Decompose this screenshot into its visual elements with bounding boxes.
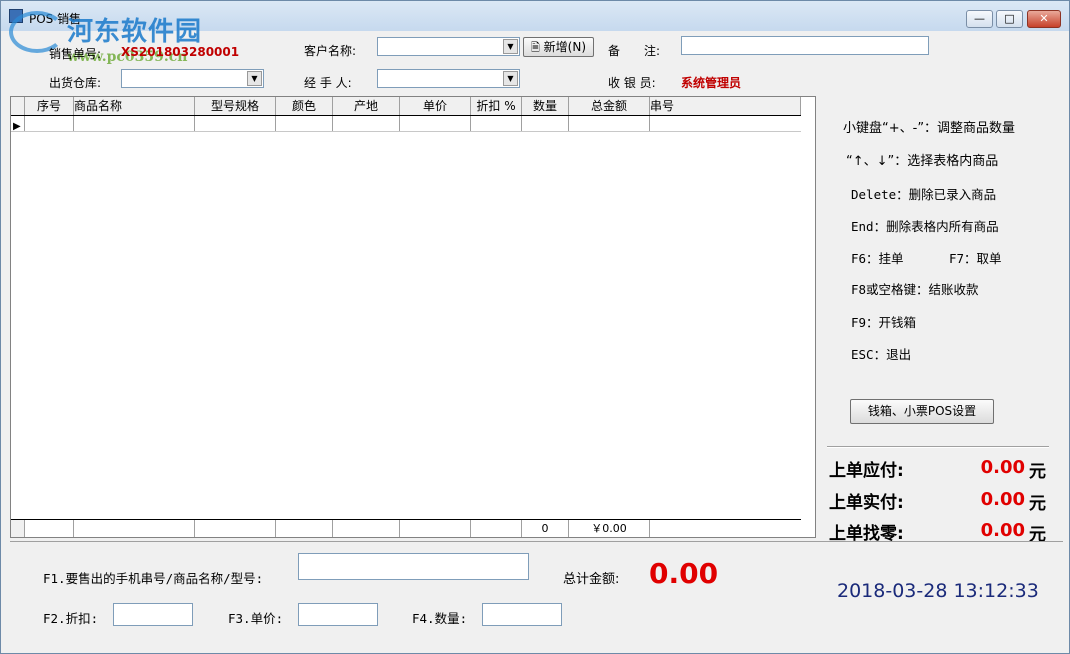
column-header[interactable]: 颜色 bbox=[276, 97, 333, 115]
hint-delete: Delete：删除已录入商品 bbox=[851, 187, 997, 202]
table-cell[interactable] bbox=[276, 116, 333, 131]
pos-window: POS 销售 — □ ✕ 河东软件园 www.pc0359.cn 销售单号: X… bbox=[0, 0, 1070, 654]
column-header[interactable]: 总金额 bbox=[569, 97, 650, 115]
hint-select-item: “↑、↓”：选择表格内商品 bbox=[846, 154, 999, 169]
current-datetime: 2018-03-28 13:12:33 bbox=[837, 580, 1039, 602]
remark-label: 备 注: bbox=[608, 44, 661, 58]
last-payable-unit: 元 bbox=[1029, 462, 1046, 482]
column-header[interactable]: 数量 bbox=[522, 97, 569, 115]
last-payable-label: 上单应付: bbox=[829, 461, 904, 481]
remark-input[interactable] bbox=[681, 36, 929, 55]
table-cell[interactable] bbox=[400, 116, 471, 131]
table-cell[interactable] bbox=[471, 116, 522, 131]
cashier-label: 收 银 员: bbox=[608, 76, 656, 90]
maximize-button[interactable]: □ bbox=[996, 10, 1023, 28]
column-header[interactable]: 商品名称 bbox=[74, 97, 195, 115]
f3-label: F3.单价: bbox=[228, 611, 284, 626]
footer-qty-total: 0 bbox=[522, 520, 569, 537]
table-cell[interactable] bbox=[74, 116, 195, 131]
last-payable-value: 0.00 bbox=[980, 457, 1025, 478]
handler-label: 经 手 人: bbox=[304, 76, 352, 90]
footer-cell bbox=[650, 520, 801, 537]
warehouse-label: 出货仓库: bbox=[49, 76, 102, 90]
sales-grid[interactable]: 序号 商品名称 型号规格 颜色 产地 单价 折扣 % 数量 总金额 串号 ▶ 0… bbox=[10, 96, 816, 538]
table-cell[interactable] bbox=[650, 116, 801, 131]
footer-amount-total: ￥0.00 bbox=[569, 520, 650, 537]
row-indicator: ▶ bbox=[11, 116, 25, 131]
column-header[interactable]: 型号规格 bbox=[195, 97, 276, 115]
table-cell[interactable] bbox=[25, 116, 74, 131]
footer-cell bbox=[25, 520, 74, 537]
discount-input[interactable] bbox=[113, 603, 193, 626]
hint-f8: F8或空格键：结账收款 bbox=[851, 282, 979, 297]
customer-select[interactable]: ▼ bbox=[377, 37, 520, 56]
footer-indicator bbox=[11, 520, 25, 537]
table-cell[interactable] bbox=[522, 116, 569, 131]
grid-footer: 0 ￥0.00 bbox=[11, 519, 801, 537]
handler-select[interactable]: ▼ bbox=[377, 69, 520, 88]
table-cell[interactable] bbox=[195, 116, 276, 131]
footer-cell bbox=[195, 520, 276, 537]
column-header[interactable]: 折扣 % bbox=[471, 97, 522, 115]
table-cell[interactable] bbox=[333, 116, 400, 131]
hint-f6: F6：挂单 bbox=[851, 251, 904, 266]
column-header[interactable]: 单价 bbox=[400, 97, 471, 115]
total-amount-value: 0.00 bbox=[649, 557, 719, 590]
row-indicator-header bbox=[11, 97, 25, 115]
table-row[interactable]: ▶ bbox=[11, 116, 801, 132]
close-button[interactable]: ✕ bbox=[1027, 10, 1061, 28]
last-change-value: 0.00 bbox=[980, 520, 1025, 541]
row-pointer-icon: ▶ bbox=[13, 121, 21, 131]
customer-label: 客户名称: bbox=[304, 44, 357, 58]
chevron-down-icon[interactable]: ▼ bbox=[247, 71, 262, 86]
watermark-text: 河东软件园 bbox=[67, 17, 203, 47]
cashier-value: 系统管理员 bbox=[681, 76, 742, 90]
grid-header: 序号 商品名称 型号规格 颜色 产地 单价 折扣 % 数量 总金额 串号 bbox=[11, 97, 801, 116]
chevron-down-icon[interactable]: ▼ bbox=[503, 39, 518, 54]
footer-cell bbox=[333, 520, 400, 537]
minimize-button[interactable]: — bbox=[966, 10, 993, 28]
column-header[interactable]: 序号 bbox=[25, 97, 74, 115]
sale-no-value: XS201803280001 bbox=[121, 45, 240, 59]
product-search-input[interactable] bbox=[298, 553, 529, 580]
footer-cell bbox=[276, 520, 333, 537]
hint-adjust-qty: 小键盘“+、-”：调整商品数量 bbox=[843, 121, 1016, 136]
last-paid-unit: 元 bbox=[1029, 494, 1046, 514]
footer-cell bbox=[74, 520, 195, 537]
new-customer-button[interactable]: 🗎 新增(N) bbox=[523, 37, 594, 57]
last-paid-value: 0.00 bbox=[980, 489, 1025, 510]
quantity-input[interactable] bbox=[482, 603, 562, 626]
chevron-down-icon[interactable]: ▼ bbox=[503, 71, 518, 86]
column-header[interactable]: 产地 bbox=[333, 97, 400, 115]
footer-cell bbox=[400, 520, 471, 537]
hint-end: End：删除表格内所有商品 bbox=[851, 219, 999, 234]
pos-settings-button[interactable]: 钱箱、小票POS设置 bbox=[850, 399, 994, 424]
unit-price-input[interactable] bbox=[298, 603, 378, 626]
total-amount-label: 总计金额: bbox=[563, 572, 620, 587]
footer-cell bbox=[471, 520, 522, 537]
column-header[interactable]: 串号 bbox=[650, 97, 801, 115]
last-paid-label: 上单实付: bbox=[829, 493, 904, 513]
hint-f7: F7：取单 bbox=[949, 251, 1002, 266]
f1-label: F1.要售出的手机串号/商品名称/型号: bbox=[43, 571, 264, 586]
warehouse-select[interactable]: ▼ bbox=[121, 69, 264, 88]
f4-label: F4.数量: bbox=[412, 611, 468, 626]
hint-esc: ESC：退出 bbox=[851, 347, 912, 362]
side-divider bbox=[827, 446, 1049, 448]
document-icon: 🗎 bbox=[530, 41, 540, 54]
hint-f9: F9：开钱箱 bbox=[851, 315, 917, 330]
f2-label: F2.折扣: bbox=[43, 611, 99, 626]
table-cell[interactable] bbox=[569, 116, 650, 131]
sale-no-label: 销售单号: bbox=[49, 47, 102, 61]
new-button-label: 新增(N) bbox=[543, 40, 587, 54]
